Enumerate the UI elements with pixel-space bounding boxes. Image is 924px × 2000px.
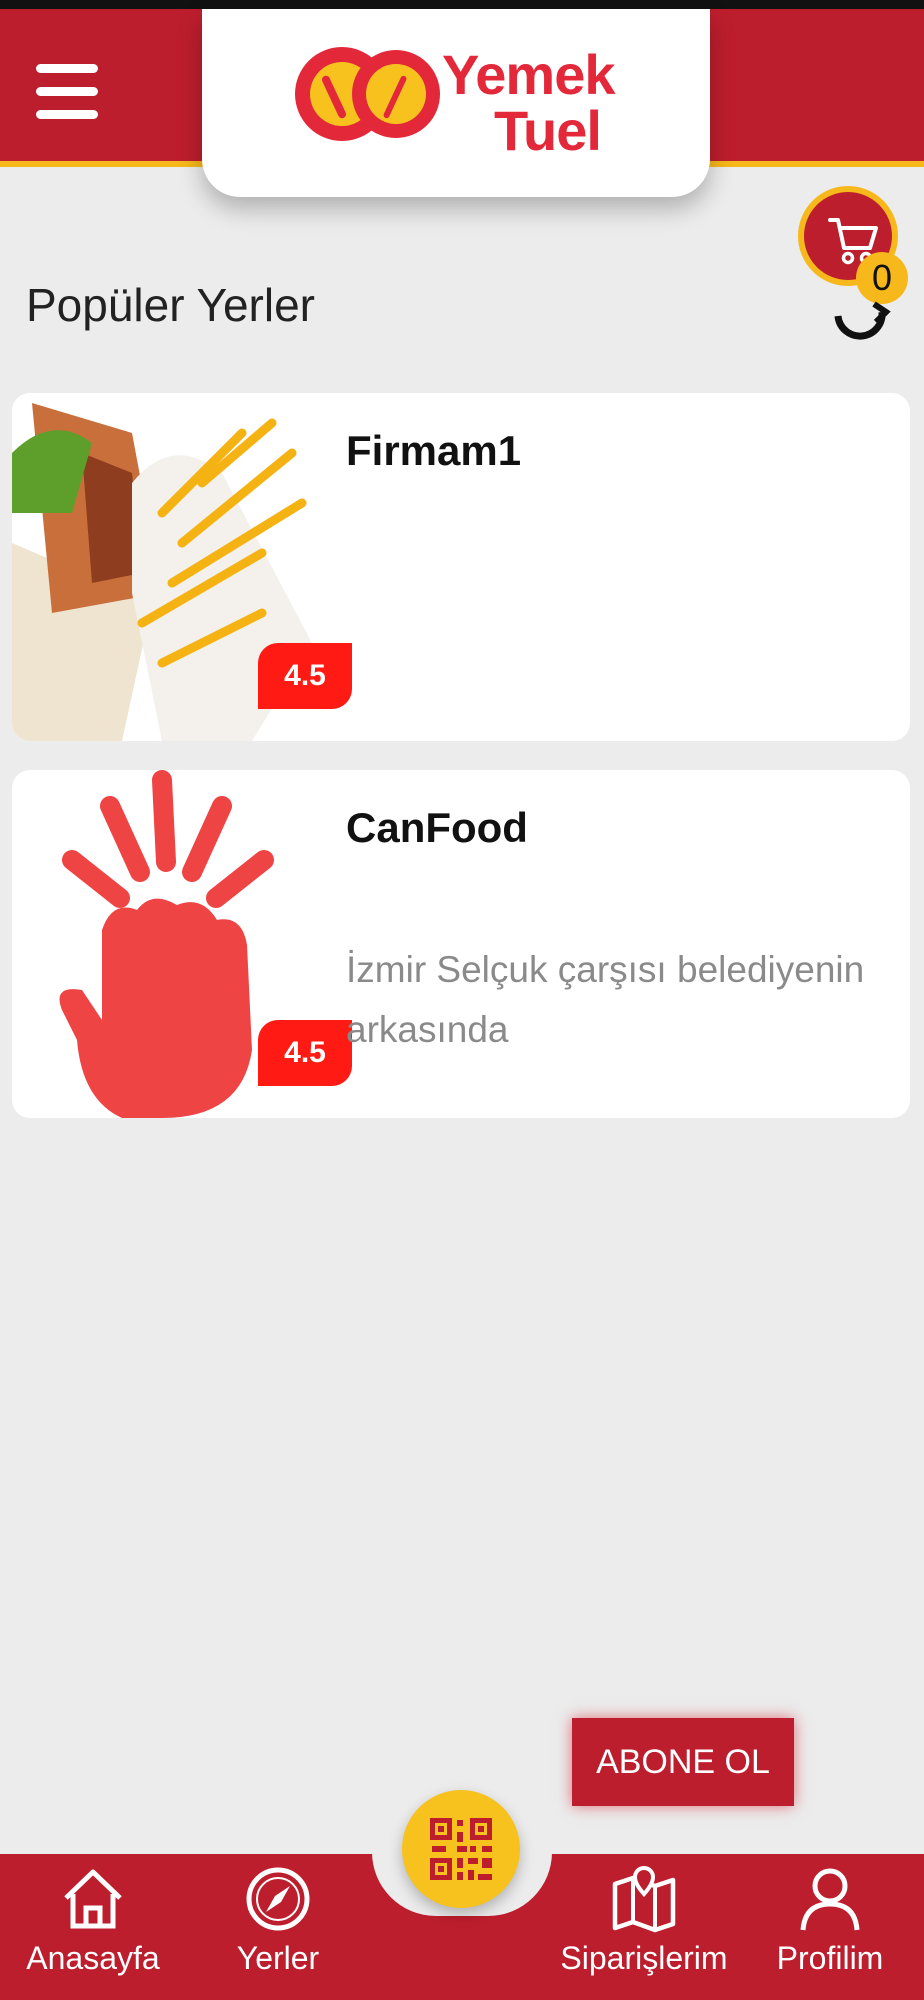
refresh-icon[interactable]	[830, 282, 892, 344]
place-address: İzmir Selçuk çarşısı belediyenin arkasın…	[346, 949, 865, 1050]
map-icon	[612, 1865, 676, 1933]
nav-label-orders: Siparişlerim	[560, 1940, 728, 1976]
status-bar	[0, 0, 924, 9]
nav-label-home: Anasayfa	[26, 1940, 160, 1976]
home-icon	[64, 1869, 122, 1929]
hamburger-menu-icon[interactable]	[36, 64, 98, 126]
nav-item-home[interactable]: Anasayfa	[18, 1864, 168, 1977]
nav-label-places: Yerler	[236, 1940, 320, 1976]
rating-badge: 4.5	[258, 643, 352, 709]
compass-icon	[246, 1867, 310, 1931]
logo-line-2: Tuel	[494, 99, 602, 162]
place-card-canfood[interactable]: 4.5 CanFood İzmir Selçuk çarşısı belediy…	[12, 770, 910, 1118]
place-name: Firmam1	[346, 427, 522, 474]
logo-icon	[295, 47, 440, 141]
nav-item-orders[interactable]: Siparişlerim	[552, 1864, 736, 1977]
page-title: Popüler Yerler	[26, 279, 315, 331]
subscribe-button[interactable]: ABONE OL	[572, 1718, 794, 1806]
logo-card: Yemek Tuel	[202, 9, 710, 197]
logo-line-1: Yemek	[442, 43, 615, 106]
nav-label-profile: Profilim	[776, 1940, 884, 1976]
place-card-firmam1[interactable]: 4.5 Firmam1	[12, 393, 910, 741]
logo-text: Yemek Tuel	[442, 47, 642, 159]
user-icon	[800, 1868, 860, 1931]
nav-item-places[interactable]: Yerler	[228, 1864, 328, 1977]
place-name: CanFood	[346, 804, 528, 851]
qr-scan-button[interactable]	[402, 1790, 520, 1908]
rating-badge: 4.5	[258, 1020, 352, 1086]
nav-item-profile[interactable]: Profilim	[770, 1864, 890, 1977]
qr-code-icon	[430, 1818, 492, 1880]
